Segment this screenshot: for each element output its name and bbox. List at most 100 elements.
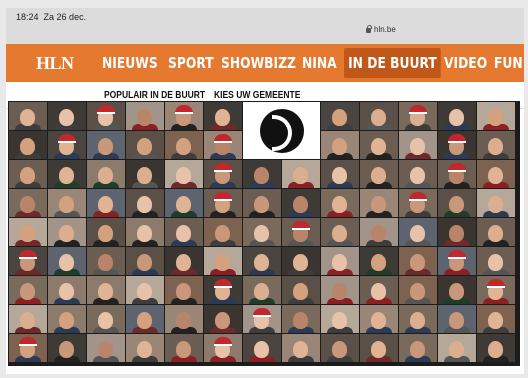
participant-tile bbox=[243, 160, 281, 188]
santa-hat-icon bbox=[214, 134, 232, 143]
participant-tile bbox=[477, 305, 515, 333]
santa-hat-icon bbox=[214, 279, 232, 288]
participant-tile bbox=[477, 218, 515, 246]
participant-tile bbox=[360, 334, 398, 362]
participant-tile bbox=[87, 131, 125, 159]
nav-item-video[interactable]: VIDEO bbox=[444, 54, 487, 72]
nav-item-in-de-buurt[interactable]: IN DE BUURT bbox=[344, 48, 441, 78]
santa-hat-icon bbox=[487, 279, 505, 288]
participant-tile bbox=[126, 218, 164, 246]
participant-tile bbox=[87, 305, 125, 333]
participant-tile bbox=[282, 305, 320, 333]
participant-tile bbox=[438, 276, 476, 304]
santa-hat-icon bbox=[292, 221, 310, 230]
participant-tile bbox=[204, 218, 242, 246]
participant-tile bbox=[321, 276, 359, 304]
participant-tile bbox=[321, 131, 359, 159]
nav-item-nieuws[interactable]: NIEUWS bbox=[102, 54, 158, 72]
participant-tile bbox=[87, 160, 125, 188]
participant-tile bbox=[48, 189, 86, 217]
participant-tile bbox=[438, 305, 476, 333]
choir-logo-icon bbox=[259, 108, 304, 153]
hln-logo[interactable]: HLN bbox=[36, 53, 74, 74]
participant-tile bbox=[48, 276, 86, 304]
santa-hat-icon bbox=[214, 163, 232, 172]
participant-tile bbox=[165, 218, 203, 246]
participant-tile bbox=[9, 102, 47, 130]
santa-hat-icon bbox=[97, 105, 115, 114]
participant-tile bbox=[477, 247, 515, 275]
participant-tile bbox=[321, 189, 359, 217]
santa-hat-icon bbox=[214, 337, 232, 346]
participant-tile bbox=[87, 218, 125, 246]
participant-tile bbox=[204, 189, 242, 217]
participant-tile bbox=[48, 160, 86, 188]
participant-tile bbox=[399, 247, 437, 275]
participant-tile bbox=[87, 189, 125, 217]
url-text: hln.be bbox=[374, 25, 396, 34]
participant-tile bbox=[165, 247, 203, 275]
participant-tile bbox=[360, 131, 398, 159]
participant-tile bbox=[9, 334, 47, 362]
participant-tile bbox=[48, 305, 86, 333]
participant-tile bbox=[9, 305, 47, 333]
santa-hat-icon bbox=[448, 250, 466, 259]
participant-tile bbox=[360, 160, 398, 188]
santa-hat-icon bbox=[409, 105, 427, 114]
participant-tile bbox=[360, 218, 398, 246]
santa-hat-icon bbox=[448, 163, 466, 172]
participant-tile bbox=[243, 334, 281, 362]
participant-tile bbox=[321, 218, 359, 246]
article-image[interactable] bbox=[8, 101, 520, 366]
participant-tile bbox=[9, 189, 47, 217]
participant-tile bbox=[9, 160, 47, 188]
santa-hat-icon bbox=[214, 192, 232, 201]
participant-tile bbox=[204, 276, 242, 304]
participant-tile bbox=[282, 334, 320, 362]
participant-tile bbox=[477, 102, 515, 130]
participant-tile bbox=[360, 247, 398, 275]
participant-tile bbox=[9, 218, 47, 246]
participant-tile bbox=[282, 218, 320, 246]
participant-tile bbox=[477, 334, 515, 362]
participant-tile bbox=[321, 247, 359, 275]
participant-tile bbox=[477, 189, 515, 217]
nav-item-showbizz[interactable]: SHOWBIZZ bbox=[221, 54, 296, 72]
lock-icon bbox=[366, 25, 372, 33]
santa-hat-icon bbox=[253, 308, 271, 317]
participant-tile bbox=[243, 189, 281, 217]
nav-item-nina[interactable]: NINA bbox=[302, 54, 337, 72]
participant-tile bbox=[48, 131, 86, 159]
participant-tile bbox=[399, 305, 437, 333]
participant-tile bbox=[399, 102, 437, 130]
participant-tile bbox=[438, 247, 476, 275]
participant-tile bbox=[243, 276, 281, 304]
subnav-kies-gemeente[interactable]: KIES UW GEMEENTE bbox=[214, 90, 300, 101]
santa-hat-icon bbox=[175, 105, 193, 114]
participant-tile bbox=[126, 334, 164, 362]
participant-tile bbox=[321, 305, 359, 333]
participant-tile bbox=[165, 189, 203, 217]
address-bar[interactable]: hln.be bbox=[366, 25, 396, 34]
nav-item-fun[interactable]: FUN bbox=[494, 54, 523, 72]
video-call-mosaic bbox=[8, 101, 520, 363]
participant-tile bbox=[165, 334, 203, 362]
participant-tile bbox=[399, 189, 437, 217]
participant-tile bbox=[282, 276, 320, 304]
participant-tile bbox=[9, 247, 47, 275]
participant-tile bbox=[204, 102, 242, 130]
participant-tile bbox=[48, 218, 86, 246]
participant-tile bbox=[438, 334, 476, 362]
participant-tile bbox=[321, 160, 359, 188]
nav-item-sport[interactable]: SPORT bbox=[168, 54, 214, 72]
santa-hat-icon bbox=[448, 134, 466, 143]
participant-tile bbox=[126, 102, 164, 130]
participant-tile bbox=[204, 160, 242, 188]
subnav-populair[interactable]: POPULAIR IN DE BUURT bbox=[104, 90, 205, 101]
santa-hat-icon bbox=[19, 337, 37, 346]
participant-tile bbox=[360, 276, 398, 304]
participant-tile bbox=[360, 305, 398, 333]
participant-tile bbox=[165, 131, 203, 159]
participant-tile bbox=[321, 334, 359, 362]
participant-tile bbox=[126, 160, 164, 188]
